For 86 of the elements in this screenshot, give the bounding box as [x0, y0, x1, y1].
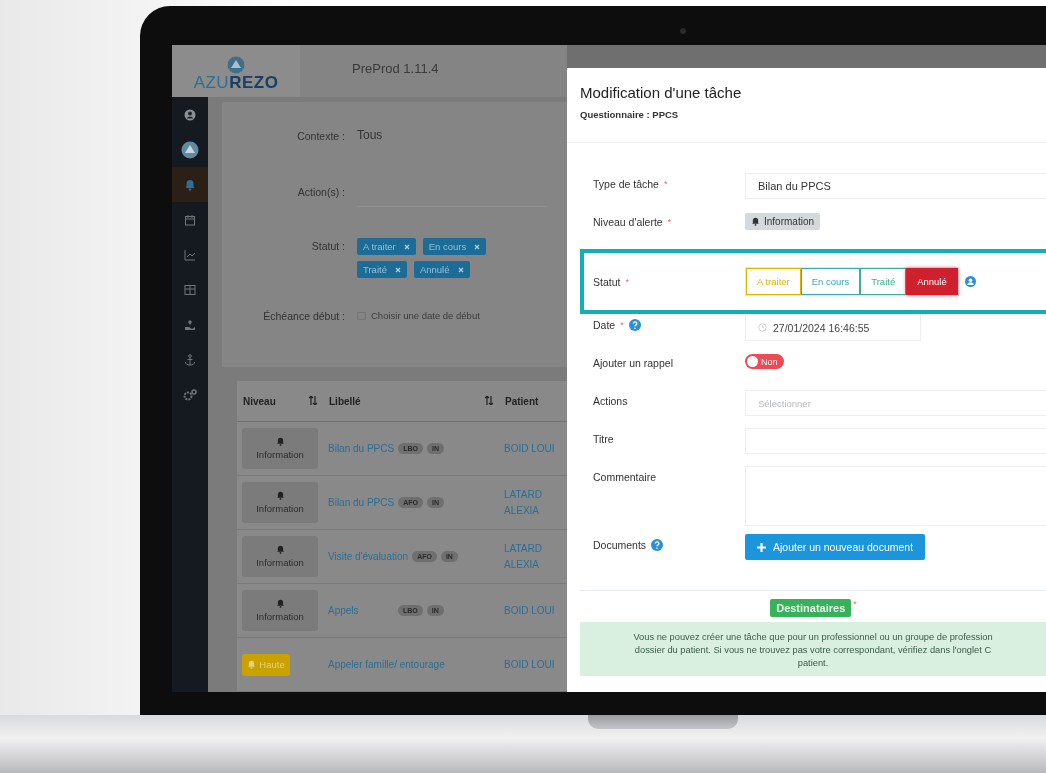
required-mark: *: [620, 320, 624, 330]
bell-icon: [275, 599, 285, 609]
help-icon[interactable]: [651, 539, 664, 551]
modal-title: Modification d'une tâche: [580, 84, 743, 101]
modal-subtitle: Questionnaire : PPCS: [580, 109, 680, 120]
section-title: Destinataires: [770, 599, 852, 617]
filter-value: Tous: [357, 128, 383, 142]
sort-icon[interactable]: [309, 395, 317, 405]
status-option[interactable]: Annulé: [906, 268, 958, 295]
task-link[interactable]: Bilan du PPCS: [328, 443, 395, 455]
close-icon[interactable]: [394, 266, 401, 273]
anchor-icon: [184, 353, 196, 366]
text-field[interactable]: Bilan du PPCS: [745, 173, 1046, 199]
bell-icon: [275, 545, 285, 555]
field-label: Date: [593, 319, 616, 331]
alert-level-badge: Information: [242, 428, 318, 470]
close-icon[interactable]: [403, 243, 410, 250]
task-link[interactable]: Appels: [328, 605, 394, 617]
patient-link[interactable]: BOID LOUI: [504, 440, 562, 457]
user-icon: [184, 108, 196, 121]
plus-icon: [757, 542, 766, 552]
status-tag[interactable]: En cours: [422, 238, 487, 255]
task-link[interactable]: Appeler famille/ entourage: [328, 659, 445, 670]
filter-label: Action(s) :: [296, 185, 346, 198]
column-header[interactable]: Niveau: [243, 395, 276, 407]
globe-logo-icon: [227, 56, 245, 74]
filter-label: Contexte :: [296, 129, 346, 142]
required-mark: *: [663, 179, 668, 189]
date-field[interactable]: 27/01/2024 16:46:55: [745, 314, 921, 341]
add-document-button[interactable]: Ajouter un nouveau document: [745, 534, 926, 560]
column-header[interactable]: Patient: [505, 395, 539, 407]
sort-icon[interactable]: [485, 395, 493, 405]
bell-icon: [275, 437, 285, 447]
field-label: Commentaire: [593, 471, 657, 483]
bell-icon: [247, 660, 257, 669]
clock-icon: [758, 323, 767, 332]
version-label: PreProd 1.11.4: [351, 60, 439, 78]
field-label: Actions: [593, 395, 628, 407]
notice-line: dossier du patient. Si vous ne trouvez pas votre correspondant, vérifiez dans l'onglet C: [634, 645, 992, 655]
select-field[interactable]: Sélectionner: [745, 390, 1046, 416]
notice-line: Vous ne pouvez créer une tâche que pour un professionnel ou un groupe de profession: [633, 632, 993, 642]
alert-level-badge: Haute: [242, 653, 290, 676]
app-logo: AZUREZO: [193, 74, 279, 91]
required-mark: *: [853, 599, 857, 611]
line-chart-icon: [184, 248, 196, 261]
field-label: Type de tâche: [593, 178, 659, 190]
task-link[interactable]: Bilan du PPCS: [328, 497, 395, 509]
bell-icon: [275, 491, 285, 501]
alert-level-badge: Information: [242, 536, 318, 578]
grid-icon: [184, 283, 196, 296]
alert-level-badge: Information: [242, 482, 318, 524]
bell-icon: [751, 217, 760, 226]
user-icon: [964, 276, 976, 287]
status-tag[interactable]: Annulé: [413, 261, 470, 278]
status-option[interactable]: En cours: [800, 268, 861, 295]
status-tag[interactable]: A traiter: [357, 238, 416, 255]
field-label: Titre: [593, 433, 614, 445]
alert-level-badge: Information: [745, 213, 821, 230]
globe-icon: [181, 140, 199, 159]
patient-link[interactable]: BOID LOUI: [504, 656, 562, 673]
patient-link[interactable]: LATARD ALEXIA: [504, 540, 562, 573]
filter-label: Statut :: [310, 239, 346, 252]
close-icon[interactable]: [474, 243, 481, 250]
date-field[interactable]: Choisir une date de début: [357, 308, 480, 321]
filter-label: Échéance début :: [262, 309, 346, 322]
patient-link[interactable]: LATARD ALEXIA: [504, 486, 562, 519]
close-icon[interactable]: [457, 266, 464, 273]
column-header[interactable]: Libellé: [329, 395, 361, 407]
bell-icon: [184, 178, 196, 191]
task-link[interactable]: Visite d'évaluation: [328, 551, 409, 563]
status-tag[interactable]: Traité: [357, 261, 407, 278]
required-mark: *: [625, 276, 629, 287]
status-option[interactable]: Traité: [860, 268, 907, 295]
status-option[interactable]: A traiter: [746, 268, 801, 295]
help-icon[interactable]: [628, 319, 641, 331]
field-label: Ajouter un rappel: [593, 357, 673, 369]
camera-dot: [680, 28, 686, 34]
patient-link[interactable]: BOID LOUI: [504, 602, 562, 619]
notice-line: patient.: [797, 658, 829, 668]
field-label: Statut: [593, 275, 621, 288]
required-mark: *: [667, 217, 672, 227]
calendar-icon: [184, 213, 196, 226]
alert-level-badge: Information: [242, 590, 318, 632]
reminder-toggle[interactable]: Non: [745, 354, 784, 369]
field-label: Niveau d'alerte: [593, 216, 663, 228]
field-label: Documents: [593, 539, 647, 551]
